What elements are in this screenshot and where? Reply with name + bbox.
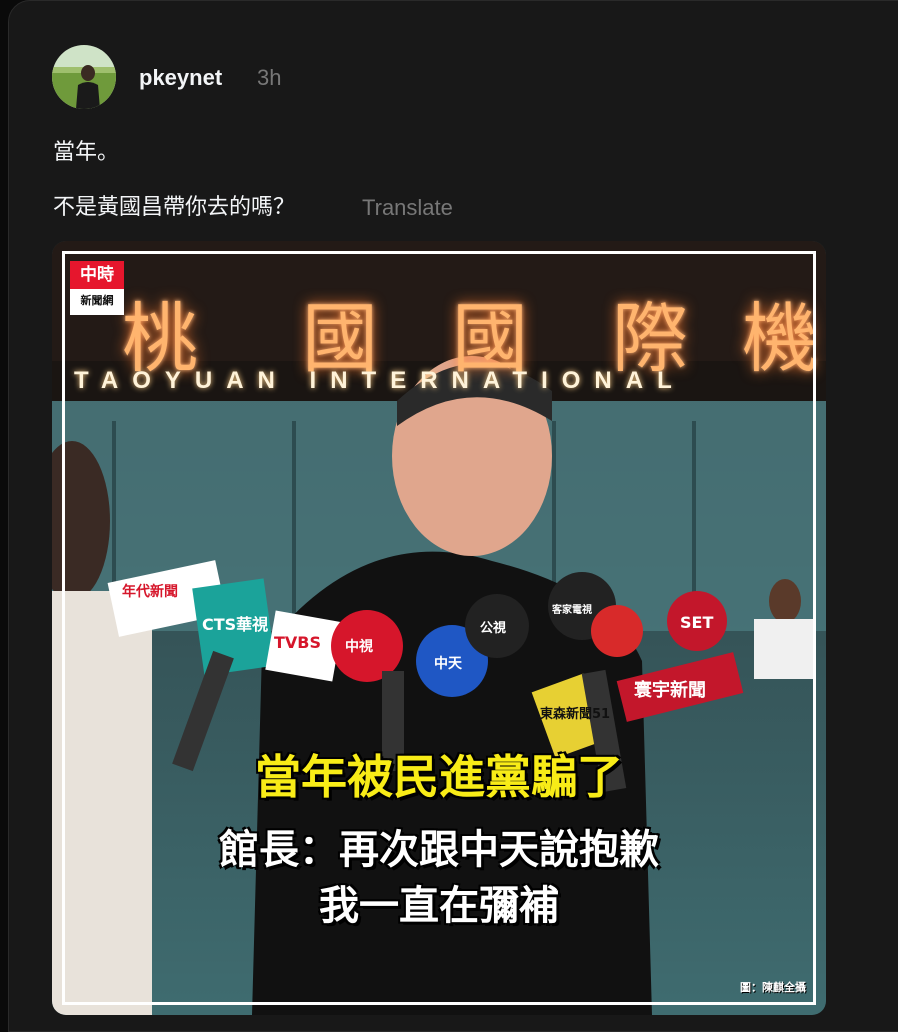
post-text-line2: 不是黃國昌帶你去的嗎？ xyxy=(53,195,296,220)
image-frame xyxy=(62,251,816,1005)
translate-link[interactable]: Translate xyxy=(362,194,453,222)
post-image[interactable]: 桃 國 國 際 機 TAOYUAN INTERNATIONAL 年代新聞 CTS… xyxy=(52,241,826,1015)
username[interactable]: pkeynet xyxy=(139,64,222,92)
post-timestamp: 3h xyxy=(257,65,282,90)
avatar[interactable] xyxy=(52,45,116,109)
post-text-line1: 當年。 xyxy=(53,140,120,165)
